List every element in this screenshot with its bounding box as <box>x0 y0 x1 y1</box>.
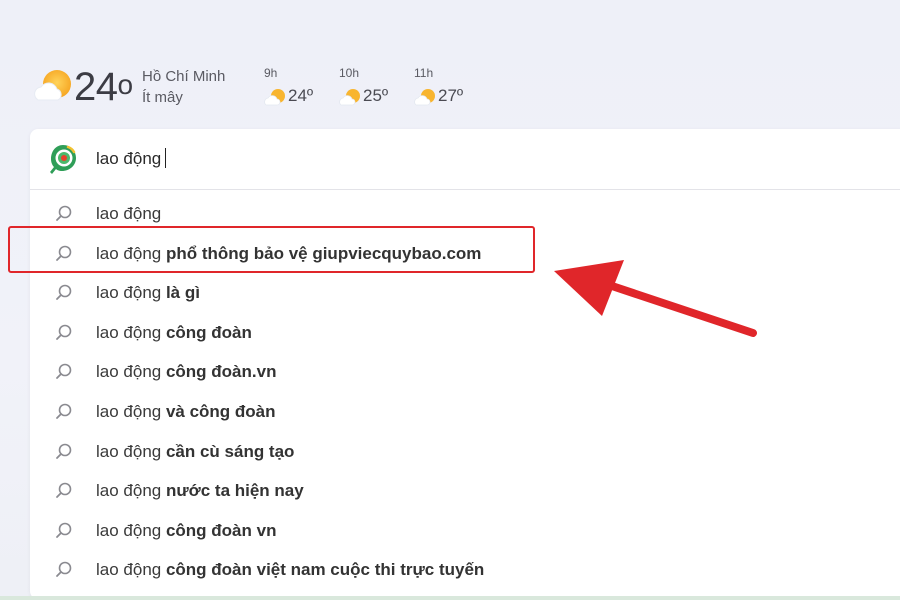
hour-temperature: 24º <box>288 86 314 105</box>
suggestion-text: lao động công đoàn.vn <box>96 362 277 382</box>
search-icon <box>56 562 72 578</box>
search-panel: lao động lao động lao động phổ thông bảo… <box>30 129 900 599</box>
search-icon <box>56 443 72 459</box>
search-bar[interactable]: lao động <box>30 129 900 190</box>
suggestion-text: lao động cần cù sáng tạo <box>96 441 295 461</box>
suggestion-item[interactable]: lao động công đoàn việt nam cuộc thi trự… <box>30 551 900 591</box>
browser-logo-icon <box>50 145 76 174</box>
suggestion-text: lao động công đoàn vn <box>96 520 277 540</box>
suggestion-item[interactable]: lao động công đoàn.vn <box>30 353 900 393</box>
partly-sunny-icon <box>339 89 360 106</box>
hour-temperature: 27º <box>438 86 464 105</box>
hour-time: 10h <box>339 66 360 80</box>
suggestion-item[interactable]: lao động cần cù sáng tạo <box>30 433 900 473</box>
text-caret <box>165 147 167 168</box>
search-icon <box>56 482 72 499</box>
search-input[interactable]: lao động <box>96 147 167 171</box>
suggestion-text: lao động <box>96 204 162 223</box>
suggestion-text: lao động công đoàn <box>96 322 252 342</box>
partly-sunny-icon <box>264 89 285 106</box>
suggestion-item[interactable]: lao động và công đoàn <box>30 393 900 433</box>
bottom-strip <box>0 596 900 600</box>
suggestion-item[interactable]: lao động công đoàn vn <box>30 512 900 552</box>
suggestion-text: lao động và công đoàn <box>96 401 276 421</box>
partly-sunny-icon <box>414 89 435 106</box>
location-city: Hồ Chí Minh <box>142 68 226 85</box>
suggestion-text: lao động là gì <box>96 283 200 303</box>
weather-condition: Ít mây <box>142 89 183 106</box>
search-icon <box>56 205 72 221</box>
suggestion-item[interactable]: lao động công đoàn <box>30 314 900 354</box>
search-icon <box>56 522 72 538</box>
search-icon <box>56 364 72 380</box>
hour-time: 9h <box>264 66 278 80</box>
highlight-box <box>8 226 535 273</box>
suggestion-item[interactable]: lao động là gì <box>30 274 900 314</box>
partly-sunny-icon <box>34 70 71 101</box>
red-arrow-icon <box>554 260 757 337</box>
current-temperature: 24o <box>74 65 133 109</box>
suggestion-text: lao động công đoàn việt nam cuộc thi trự… <box>96 560 485 580</box>
suggestion-text: lao động nước ta hiện nay <box>96 481 304 501</box>
search-icon <box>56 284 72 301</box>
search-icon <box>56 403 72 419</box>
search-icon <box>56 324 72 340</box>
hour-temperature: 25º <box>363 86 389 105</box>
hour-time: 11h <box>414 66 434 80</box>
suggestion-item[interactable]: lao động nước ta hiện nay <box>30 472 900 512</box>
